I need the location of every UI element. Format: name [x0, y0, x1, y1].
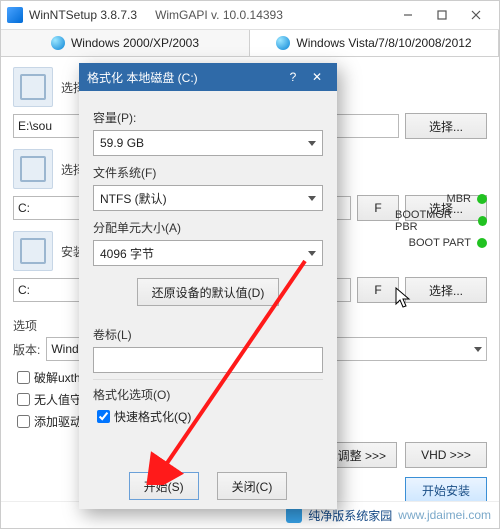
- dialog-footer: 开始(S) 关闭(C): [79, 463, 337, 509]
- status-column: MBR BOOTMGR PBR BOOT PART: [395, 189, 487, 253]
- format-dialog: 格式化 本地磁盘 (C:) ? ✕ 容量(P): 59.9 GB 文件系统(F)…: [79, 63, 337, 509]
- quick-format-checkbox[interactable]: 快速格式化(Q): [93, 407, 323, 426]
- start-install-button[interactable]: 开始安装: [405, 477, 487, 503]
- vhd-button[interactable]: VHD >>>: [405, 442, 487, 468]
- install-browse-button[interactable]: 选择...: [405, 277, 487, 303]
- chevron-down-icon: [308, 196, 316, 201]
- version-label: 版本:: [13, 341, 40, 358]
- close-button[interactable]: [459, 4, 493, 26]
- floppy-icon: [13, 149, 53, 189]
- capacity-combo[interactable]: 59.9 GB: [93, 130, 323, 156]
- titlebar: WinNTSetup 3.8.7.3 WimGAPI v. 10.0.14393: [1, 1, 499, 30]
- volume-label-label: 卷标(L): [93, 326, 323, 343]
- tab-strip: Windows 2000/XP/2003 Windows Vista/7/8/1…: [1, 30, 499, 57]
- format-install-button[interactable]: F: [357, 277, 399, 303]
- chevron-down-icon: [474, 347, 482, 352]
- minimize-button[interactable]: [391, 4, 425, 26]
- status-mbr: MBR: [447, 193, 471, 205]
- hdd-icon: [13, 231, 53, 271]
- dialog-body: 容量(P): 59.9 GB 文件系统(F) NTFS (默认) 分配单元大小(…: [79, 91, 337, 463]
- app-window: { "window": { "title": "WinNTSetup 3.8.7…: [0, 0, 500, 529]
- restore-defaults-button[interactable]: 还原设备的默认值(D): [137, 278, 280, 306]
- site-name: 纯净版系统家园: [308, 507, 392, 524]
- status-dot: [478, 216, 487, 226]
- status-dot: [477, 194, 487, 204]
- status-bootmgr: BOOTMGR PBR: [395, 209, 472, 233]
- disc-icon: [13, 67, 53, 107]
- dialog-title: 格式化 本地磁盘 (C:): [87, 69, 198, 86]
- app-icon: [7, 7, 23, 23]
- format-boot-button[interactable]: F: [357, 195, 399, 221]
- window-subtitle: WimGAPI v. 10.0.14393: [155, 8, 283, 22]
- volume-label-input[interactable]: [93, 347, 323, 373]
- window-title: WinNTSetup 3.8.7.3: [29, 8, 137, 22]
- filesystem-combo[interactable]: NTFS (默认): [93, 185, 323, 211]
- status-dot: [477, 238, 487, 248]
- dialog-close-button[interactable]: ✕: [305, 70, 329, 84]
- tab-modern[interactable]: Windows Vista/7/8/10/2008/2012: [250, 30, 499, 56]
- windows-icon: [276, 36, 290, 50]
- source-browse-button[interactable]: 选择...: [405, 113, 487, 139]
- dialog-help-button[interactable]: ?: [281, 70, 305, 84]
- site-url: www.jdaimei.com: [398, 508, 491, 522]
- chevron-down-icon: [308, 251, 316, 256]
- filesystem-label: 文件系统(F): [93, 164, 323, 181]
- chevron-down-icon: [308, 141, 316, 146]
- tab-label: Windows 2000/XP/2003: [71, 36, 199, 50]
- format-start-button[interactable]: 开始(S): [129, 472, 199, 500]
- maximize-button[interactable]: [425, 4, 459, 26]
- windows-icon: [51, 36, 65, 50]
- format-options-group: 格式化选项(O) 快速格式化(Q): [93, 379, 323, 429]
- format-options-header: 格式化选项(O): [93, 386, 323, 403]
- format-close-button[interactable]: 关闭(C): [217, 472, 288, 500]
- capacity-label: 容量(P):: [93, 109, 323, 126]
- tab-label: Windows Vista/7/8/10/2008/2012: [296, 36, 471, 50]
- status-bootpart: BOOT PART: [409, 237, 471, 249]
- tab-legacy[interactable]: Windows 2000/XP/2003: [1, 30, 250, 56]
- dialog-titlebar: 格式化 本地磁盘 (C:) ? ✕: [79, 63, 337, 91]
- allocation-label: 分配单元大小(A): [93, 219, 323, 236]
- allocation-combo[interactable]: 4096 字节: [93, 240, 323, 266]
- site-logo-icon: [286, 507, 302, 523]
